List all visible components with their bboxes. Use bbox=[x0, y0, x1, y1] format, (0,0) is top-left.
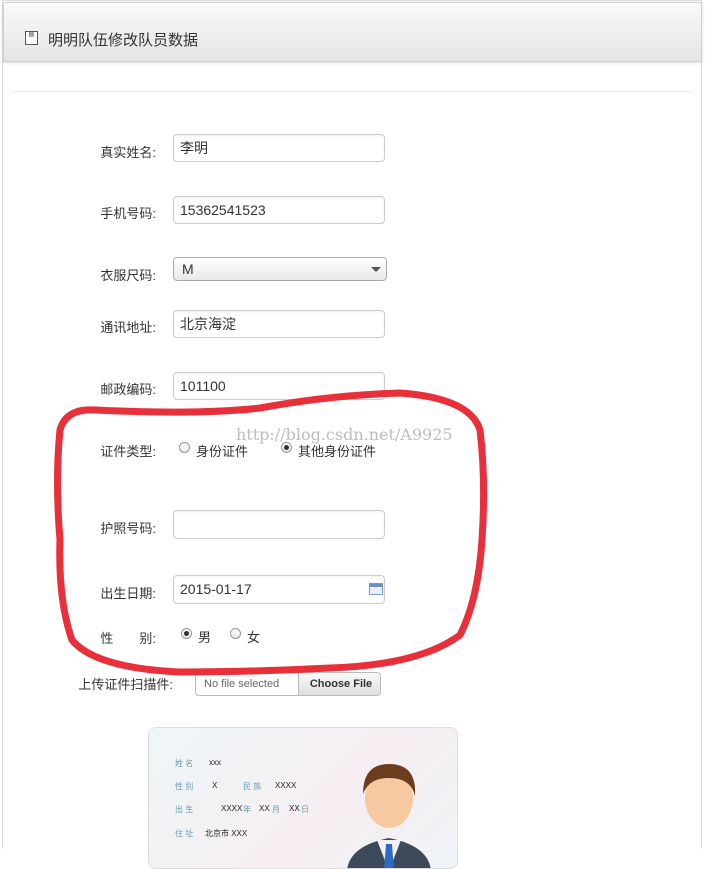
divider bbox=[13, 91, 691, 92]
size-select[interactable]: M bbox=[173, 257, 387, 281]
address-input[interactable]: 北京海淀 bbox=[173, 310, 385, 338]
id-card-addr-label: 住 址 bbox=[175, 829, 194, 838]
file-name-text: No file selected bbox=[204, 678, 280, 690]
gender-label: 性 别: bbox=[100, 631, 156, 646]
id-card-sex-value: X bbox=[212, 781, 218, 790]
page-title: 明明队伍修改队员数据 bbox=[48, 32, 199, 49]
id-card-month-label: 月 bbox=[272, 805, 280, 814]
address-label: 通讯地址: bbox=[100, 320, 156, 335]
size-label: 衣服尺码: bbox=[100, 268, 156, 283]
id-card-month-value: XX bbox=[259, 804, 270, 813]
chevron-down-icon bbox=[371, 267, 381, 272]
upload-label: 上传证件扫描件: bbox=[78, 677, 173, 692]
size-select-value: M bbox=[182, 261, 194, 277]
gender-option-female[interactable]: 女 bbox=[247, 627, 260, 646]
id-type-option-id[interactable]: 身份证件 bbox=[196, 441, 248, 460]
id-card-day-label: 日 bbox=[301, 805, 309, 814]
postcode-label: 邮政编码: bbox=[100, 382, 156, 397]
id-card-sex-label: 性 别 bbox=[175, 782, 194, 791]
id-type-radio-id[interactable] bbox=[179, 442, 190, 453]
id-card-day-value: XX bbox=[289, 804, 300, 813]
id-card-ethnic-label: 民 族 bbox=[243, 782, 262, 791]
passport-label: 护照号码: bbox=[100, 521, 156, 536]
id-card-addr-value: 北京市 XXX bbox=[205, 829, 248, 838]
id-type-radio-other[interactable] bbox=[281, 442, 292, 453]
portrait-icon bbox=[347, 764, 431, 868]
real-name-input[interactable]: 李明 bbox=[173, 134, 385, 162]
file-upload-input[interactable]: No file selected Choose File bbox=[195, 672, 381, 696]
id-type-option-other[interactable]: 其他身份证件 bbox=[298, 441, 376, 460]
panel-header: ▤ 明明队伍修改队员数据 bbox=[3, 2, 702, 62]
calendar-icon[interactable] bbox=[369, 583, 383, 595]
phone-label: 手机号码: bbox=[100, 206, 156, 221]
id-type-label: 证件类型: bbox=[100, 444, 156, 459]
id-card-birth-value: XXXX bbox=[221, 804, 243, 813]
id-card-ethnic-value: XXXX bbox=[275, 781, 297, 790]
id-card-name-value: xxx bbox=[209, 758, 221, 767]
birthdate-label: 出生日期: bbox=[100, 586, 156, 601]
real-name-label: 真实姓名: bbox=[100, 145, 156, 160]
choose-file-button[interactable]: Choose File bbox=[298, 673, 380, 695]
phone-input[interactable]: 15362541523 bbox=[173, 196, 385, 224]
gender-option-male[interactable]: 男 bbox=[198, 627, 211, 646]
form-icon: ▤ bbox=[25, 31, 38, 45]
gender-radio-male[interactable] bbox=[181, 628, 192, 639]
id-card-year-label: 年 bbox=[243, 805, 251, 814]
birthdate-input[interactable]: 2015-01-17 bbox=[173, 575, 385, 604]
postcode-input[interactable]: 101100 bbox=[173, 372, 385, 400]
id-card-birth-label: 出 生 bbox=[175, 805, 194, 814]
id-card-name-label: 姓 名 bbox=[175, 759, 194, 768]
passport-input[interactable] bbox=[173, 510, 385, 539]
gender-radio-female[interactable] bbox=[230, 628, 241, 639]
